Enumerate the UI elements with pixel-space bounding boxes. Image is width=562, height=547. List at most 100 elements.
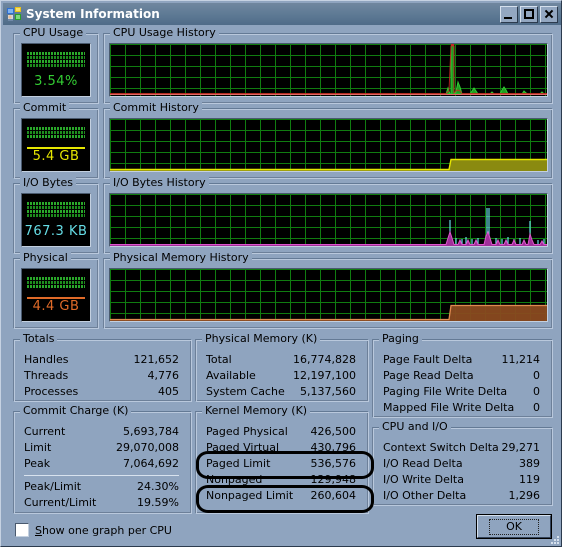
group-paging: Paging Page Fault Delta 11,214 Page Read… [372,333,552,417]
row-paging-file-write-delta: Paging File Write Delta 0 [380,384,544,400]
value-io-other-delta: 1,296 [508,489,541,502]
maximize-button[interactable] [520,5,538,23]
group-label-commit: Commit [20,102,70,114]
row-processes: Processes 405 [21,384,183,400]
graph-commit-history [109,118,548,172]
gauge-bars [27,202,85,220]
ok-button[interactable]: OK [476,514,552,539]
group-label-kernel-memory: Kernel Memory (K) [202,405,311,417]
window-controls [500,5,558,23]
value-total: 16,774,828 [293,353,356,366]
gauge-bars [27,127,85,145]
value-limit: 29,070,008 [116,441,179,454]
label-paged-physical: Paged Physical [206,425,288,438]
label-page-read-delta: Page Read Delta [383,369,474,382]
graph-io-bytes-history [109,193,548,247]
titlebar: System Information [3,3,561,25]
label-peak: Peak [24,457,51,470]
group-label-cpu-usage: CPU Usage [20,27,87,39]
group-label-io-bytes-history: I/O Bytes History [110,177,209,189]
minimize-button[interactable] [500,5,518,23]
gauge-cpu-usage: 3.54% [21,43,91,97]
label-nonpaged: Nonpaged [206,473,263,486]
system-information-window: System Information CPU Usage 3.54% Commi… [0,0,562,547]
value-peak-limit: 24.30% [137,480,179,493]
group-commit-charge: Commit Charge (K) Current 5,693,784 Limi… [13,405,191,513]
row-current-limit: Current/Limit 19.59% [21,495,183,511]
graph-physical-memory-history [109,268,548,322]
gauge-commit: 5.4 GB [21,118,91,172]
divider [24,475,179,476]
value-nonpaged: 129,948 [310,473,357,486]
value-io-write-delta: 119 [519,473,540,486]
value-current-limit: 19.59% [137,496,179,509]
gauge-physical: 4.4 GB [21,268,91,322]
client-area: CPU Usage 3.54% Commit 5.4 GB I/O Bytes … [3,25,561,546]
label-context-switch-delta: Context Switch Delta [383,441,499,454]
label-nonpaged-limit: Nonpaged Limit [206,489,294,502]
gauge-io-bytes: 767.3 KB [21,193,91,247]
label-handles: Handles [24,353,69,366]
io-bytes-history-plot [110,208,547,246]
accel-char: S [35,523,42,537]
value-paged-limit: 536,576 [310,457,357,470]
gauge-value-cpu-usage: 3.54% [34,74,78,89]
row-total: Total 16,774,828 [203,352,360,368]
group-cpu-and-io: CPU and I/O Context Switch Delta 29,271 … [372,421,552,505]
label-peak-limit: Peak/Limit [24,480,82,493]
label-rest: how one graph per CPU [41,523,172,537]
row-page-read-delta: Page Read Delta 0 [380,368,544,384]
value-paging-file-write-delta: 0 [533,385,540,398]
label-paged-virtual: Paged Virtual [206,441,280,454]
value-page-fault-delta: 11,214 [501,353,541,366]
label-threads: Threads [24,369,69,382]
label-page-fault-delta: Page Fault Delta [383,353,473,366]
group-label-io-bytes: I/O Bytes [20,177,76,189]
show-one-graph-per-cpu-row[interactable]: Show one graph per CPU [15,522,172,538]
value-available: 12,197,100 [293,369,356,382]
row-system-cache: System Cache 5,137,560 [203,384,360,400]
show-one-graph-per-cpu-checkbox[interactable] [15,523,29,537]
resize-grip[interactable] [547,532,559,544]
totals-rows: Handles 121,652 Threads 4,776 Processes … [21,352,183,400]
row-mapped-file-write-delta: Mapped File Write Delta 0 [380,400,544,416]
label-system-cache: System Cache [206,385,285,398]
value-threads: 4,776 [147,369,180,382]
commit-charge-rows: Current 5,693,784 Limit 29,070,008 Peak … [21,424,183,511]
task-manager-icon [6,6,22,22]
ok-button-label: OK [489,518,539,535]
group-label-commit-history: Commit History [110,102,202,114]
row-limit: Limit 29,070,008 [21,440,183,456]
group-label-paging: Paging [379,333,422,345]
value-io-read-delta: 389 [519,457,540,470]
close-button[interactable] [540,5,558,23]
group-label-totals: Totals [20,333,58,345]
label-mapped-file-write-delta: Mapped File Write Delta [383,401,515,414]
row-nonpaged-limit: Nonpaged Limit 260,604 [203,488,360,504]
label-io-read-delta: I/O Read Delta [383,457,463,470]
row-nonpaged: Nonpaged 129,948 [203,472,360,488]
row-paged-virtual: Paged Virtual 430,796 [203,440,360,456]
label-current-limit: Current/Limit [24,496,97,509]
cpu-and-io-rows: Context Switch Delta 29,271 I/O Read Del… [380,440,544,504]
physical-memory-rows: Total 16,774,828 Available 12,197,100 Sy… [203,352,360,400]
group-kernel-memory: Kernel Memory (K) Paged Physical 426,500… [195,405,368,513]
group-label-physical-memory-history: Physical Memory History [110,252,252,264]
gauge-value-io-bytes: 767.3 KB [24,224,88,239]
group-totals: Totals Handles 121,652 Threads 4,776 Pro… [13,333,191,401]
value-paged-physical: 426,500 [310,425,357,438]
group-label-physical: Physical [20,252,71,264]
row-peak-limit: Peak/Limit 24.30% [21,479,183,495]
row-context-switch-delta: Context Switch Delta 29,271 [380,440,544,456]
value-nonpaged-limit: 260,604 [310,489,357,502]
group-label-commit-charge: Commit Charge (K) [20,405,132,417]
gauge-bars [27,277,85,295]
value-mapped-file-write-delta: 0 [533,401,540,414]
value-paged-virtual: 430,796 [310,441,357,454]
row-peak: Peak 7,064,692 [21,456,183,472]
row-page-fault-delta: Page Fault Delta 11,214 [380,352,544,368]
label-paged-limit: Paged Limit [206,457,271,470]
cpu-history-plot [110,44,547,96]
row-paged-limit: Paged Limit 536,576 [203,456,360,472]
row-threads: Threads 4,776 [21,368,183,384]
